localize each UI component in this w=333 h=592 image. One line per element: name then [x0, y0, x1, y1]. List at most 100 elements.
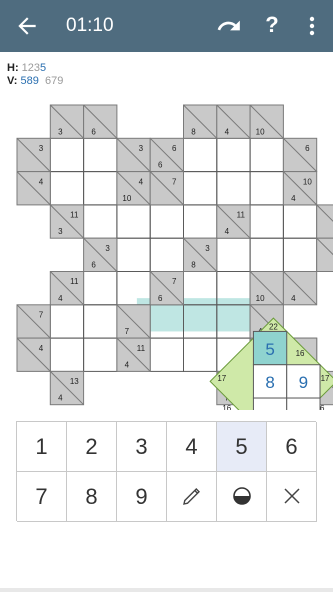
pencil-icon — [180, 488, 204, 513]
board-cell[interactable] — [116, 204, 151, 239]
board-cell[interactable] — [282, 204, 318, 239]
help-icon[interactable]: ? — [262, 12, 282, 38]
cell-entry-digit: 5 — [265, 340, 274, 359]
board-cell[interactable] — [83, 271, 118, 306]
clue-across-value: 3 — [139, 144, 144, 153]
clue-across-value: 7 — [39, 310, 44, 319]
key-3[interactable]: 3 — [117, 422, 167, 472]
clue-down-value: 4 — [58, 394, 63, 403]
clear-x-icon — [280, 488, 304, 513]
clue-down-value: 10 — [122, 194, 131, 203]
board-cell[interactable] — [249, 204, 284, 239]
h-used-digits: 123 — [21, 62, 41, 74]
cell-entry-digit: 9 — [265, 406, 274, 410]
board-cell[interactable] — [216, 137, 251, 173]
clue-cell — [316, 237, 333, 272]
combination-hints: H: 1235 V: 589 679 — [7, 62, 63, 88]
clue-down-value: 4 — [58, 294, 63, 303]
clue-across-value: 7 — [172, 277, 177, 286]
cage-clue-value: 22 — [269, 322, 278, 331]
back-arrow-icon[interactable] — [14, 13, 40, 39]
number-keypad: 123456 789 — [16, 421, 317, 522]
undo-icon[interactable] — [216, 13, 242, 39]
board-cell[interactable] — [249, 237, 284, 272]
key-4[interactable]: 4 — [167, 422, 217, 472]
more-vert-icon[interactable] — [302, 13, 322, 39]
clue-down-value: 8 — [191, 127, 196, 136]
board-cell[interactable] — [149, 204, 184, 239]
system-nav-bar — [0, 588, 333, 592]
board-cell[interactable] — [282, 237, 318, 272]
clue-across-value: 4 — [139, 177, 144, 186]
h-current-digit: 5 — [40, 62, 47, 74]
board-cell[interactable] — [183, 171, 218, 206]
horizontal-hint: H: 1235 — [7, 62, 47, 74]
board-cell[interactable] — [183, 137, 218, 173]
v-combo-1: 589 — [20, 75, 39, 87]
half-circle-button[interactable] — [217, 472, 267, 522]
cell-entry-digit: 9 — [299, 373, 308, 392]
cell-entry-digit: 7 — [299, 406, 308, 410]
clue-down-value: 6 — [91, 261, 96, 270]
cage-clue-value: 16 — [296, 349, 305, 358]
clue-down-value: 4 — [225, 127, 230, 136]
board-cell[interactable] — [49, 337, 85, 372]
board-cell[interactable] — [249, 137, 284, 173]
board-cell[interactable] — [49, 171, 85, 206]
key-5[interactable]: 5 — [217, 422, 267, 472]
board-cell[interactable] — [83, 337, 118, 372]
clue-down-value: 6 — [158, 294, 163, 303]
board-cell[interactable] — [183, 337, 218, 372]
clue-down-value: 6 — [91, 127, 96, 136]
key-9[interactable]: 9 — [117, 472, 167, 522]
board-cell[interactable] — [83, 171, 118, 206]
board-cell[interactable] — [83, 204, 118, 239]
clue-down-value: 8 — [191, 261, 196, 270]
board-cell[interactable] — [149, 337, 184, 372]
board-cell[interactable] — [83, 137, 118, 173]
clue-across-value: 6 — [305, 144, 310, 153]
board-cell[interactable] — [216, 171, 251, 206]
half-circle-icon — [230, 487, 254, 513]
clue-down-value: 4 — [225, 227, 230, 236]
key-6[interactable]: 6 — [267, 422, 317, 472]
clue-across-value: 11 — [137, 344, 146, 353]
clear-x-button[interactable] — [267, 472, 317, 522]
clue-across-value: 11 — [237, 211, 246, 220]
kakuro-board[interactable]: 3684103366641047410311411463837411671047… — [0, 100, 333, 410]
key-7[interactable]: 7 — [17, 472, 67, 522]
clue-across-value: 4 — [39, 344, 44, 353]
v-combo-2: 679 — [44, 75, 64, 87]
clue-cell — [316, 204, 333, 239]
cage-clue-value: 17 — [321, 374, 330, 383]
clue-down-value: 4 — [291, 294, 296, 303]
clue-across-value: 6 — [172, 144, 177, 153]
board-cell[interactable] — [249, 171, 284, 206]
clue-down-value: 4 — [125, 360, 130, 369]
key-2[interactable]: 2 — [67, 422, 117, 472]
timer: 01:10 — [66, 15, 114, 36]
vertical-hint: V: 589 679 — [7, 75, 64, 87]
key-1[interactable]: 1 — [17, 422, 67, 472]
clue-down-value: 6 — [158, 161, 163, 170]
clue-across-value: 3 — [205, 244, 210, 253]
clue-across-value: 13 — [70, 377, 79, 386]
board-cell[interactable] — [116, 237, 151, 272]
board-cell[interactable] — [216, 237, 251, 272]
clue-across-value: 3 — [39, 144, 44, 153]
app-bar: 01:10 ? — [0, 0, 333, 52]
pencil-button[interactable] — [167, 472, 217, 522]
key-8[interactable]: 8 — [67, 472, 117, 522]
board-cell[interactable] — [183, 204, 218, 239]
clue-down-value: 3 — [58, 127, 63, 136]
board-cell[interactable] — [49, 304, 85, 339]
clue-down-value: 10 — [256, 127, 265, 136]
board-cell[interactable] — [149, 237, 184, 272]
cage-clue-value: 17 — [217, 374, 226, 383]
clue-across-value: 3 — [105, 244, 110, 253]
clue-down-value: 10 — [256, 294, 265, 303]
clue-down-value: 3 — [58, 227, 63, 236]
board-cell[interactable] — [83, 304, 118, 339]
cell-entry-digit: 8 — [265, 373, 274, 392]
board-cell[interactable] — [49, 137, 85, 173]
